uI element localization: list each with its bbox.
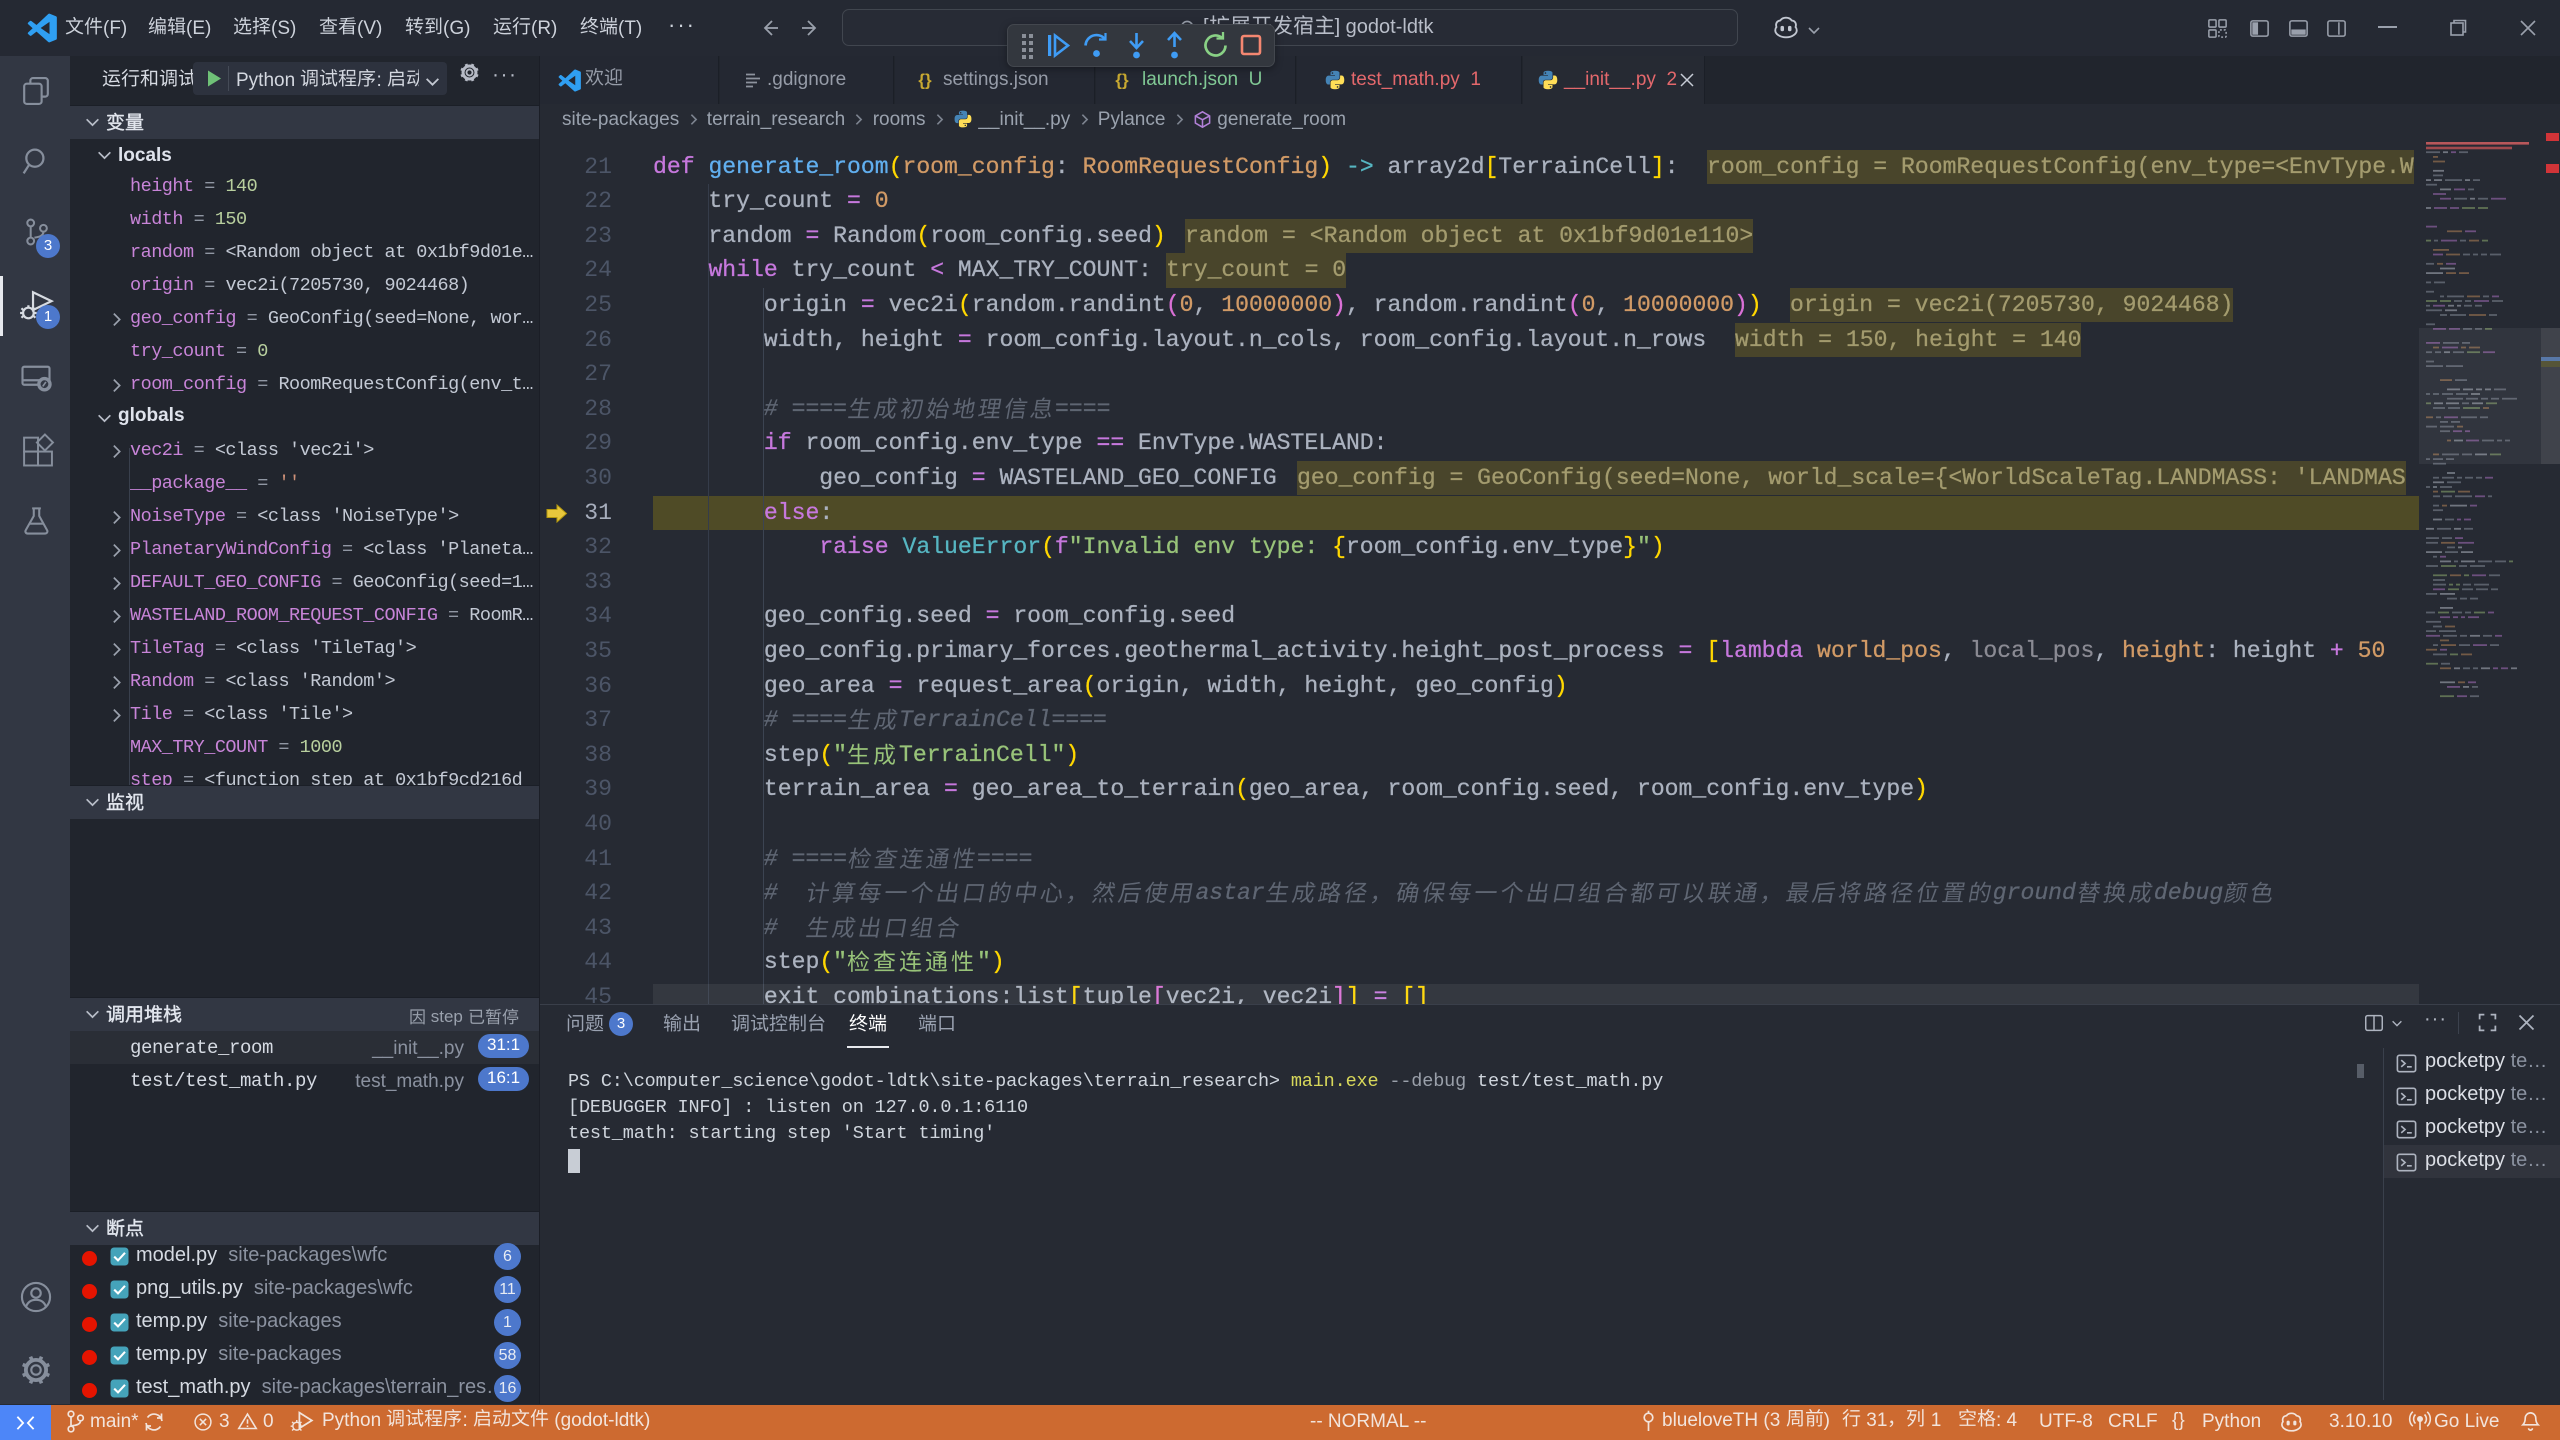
svg-text:{}: {} [918, 71, 932, 90]
svg-text:{}: {} [1115, 71, 1129, 90]
